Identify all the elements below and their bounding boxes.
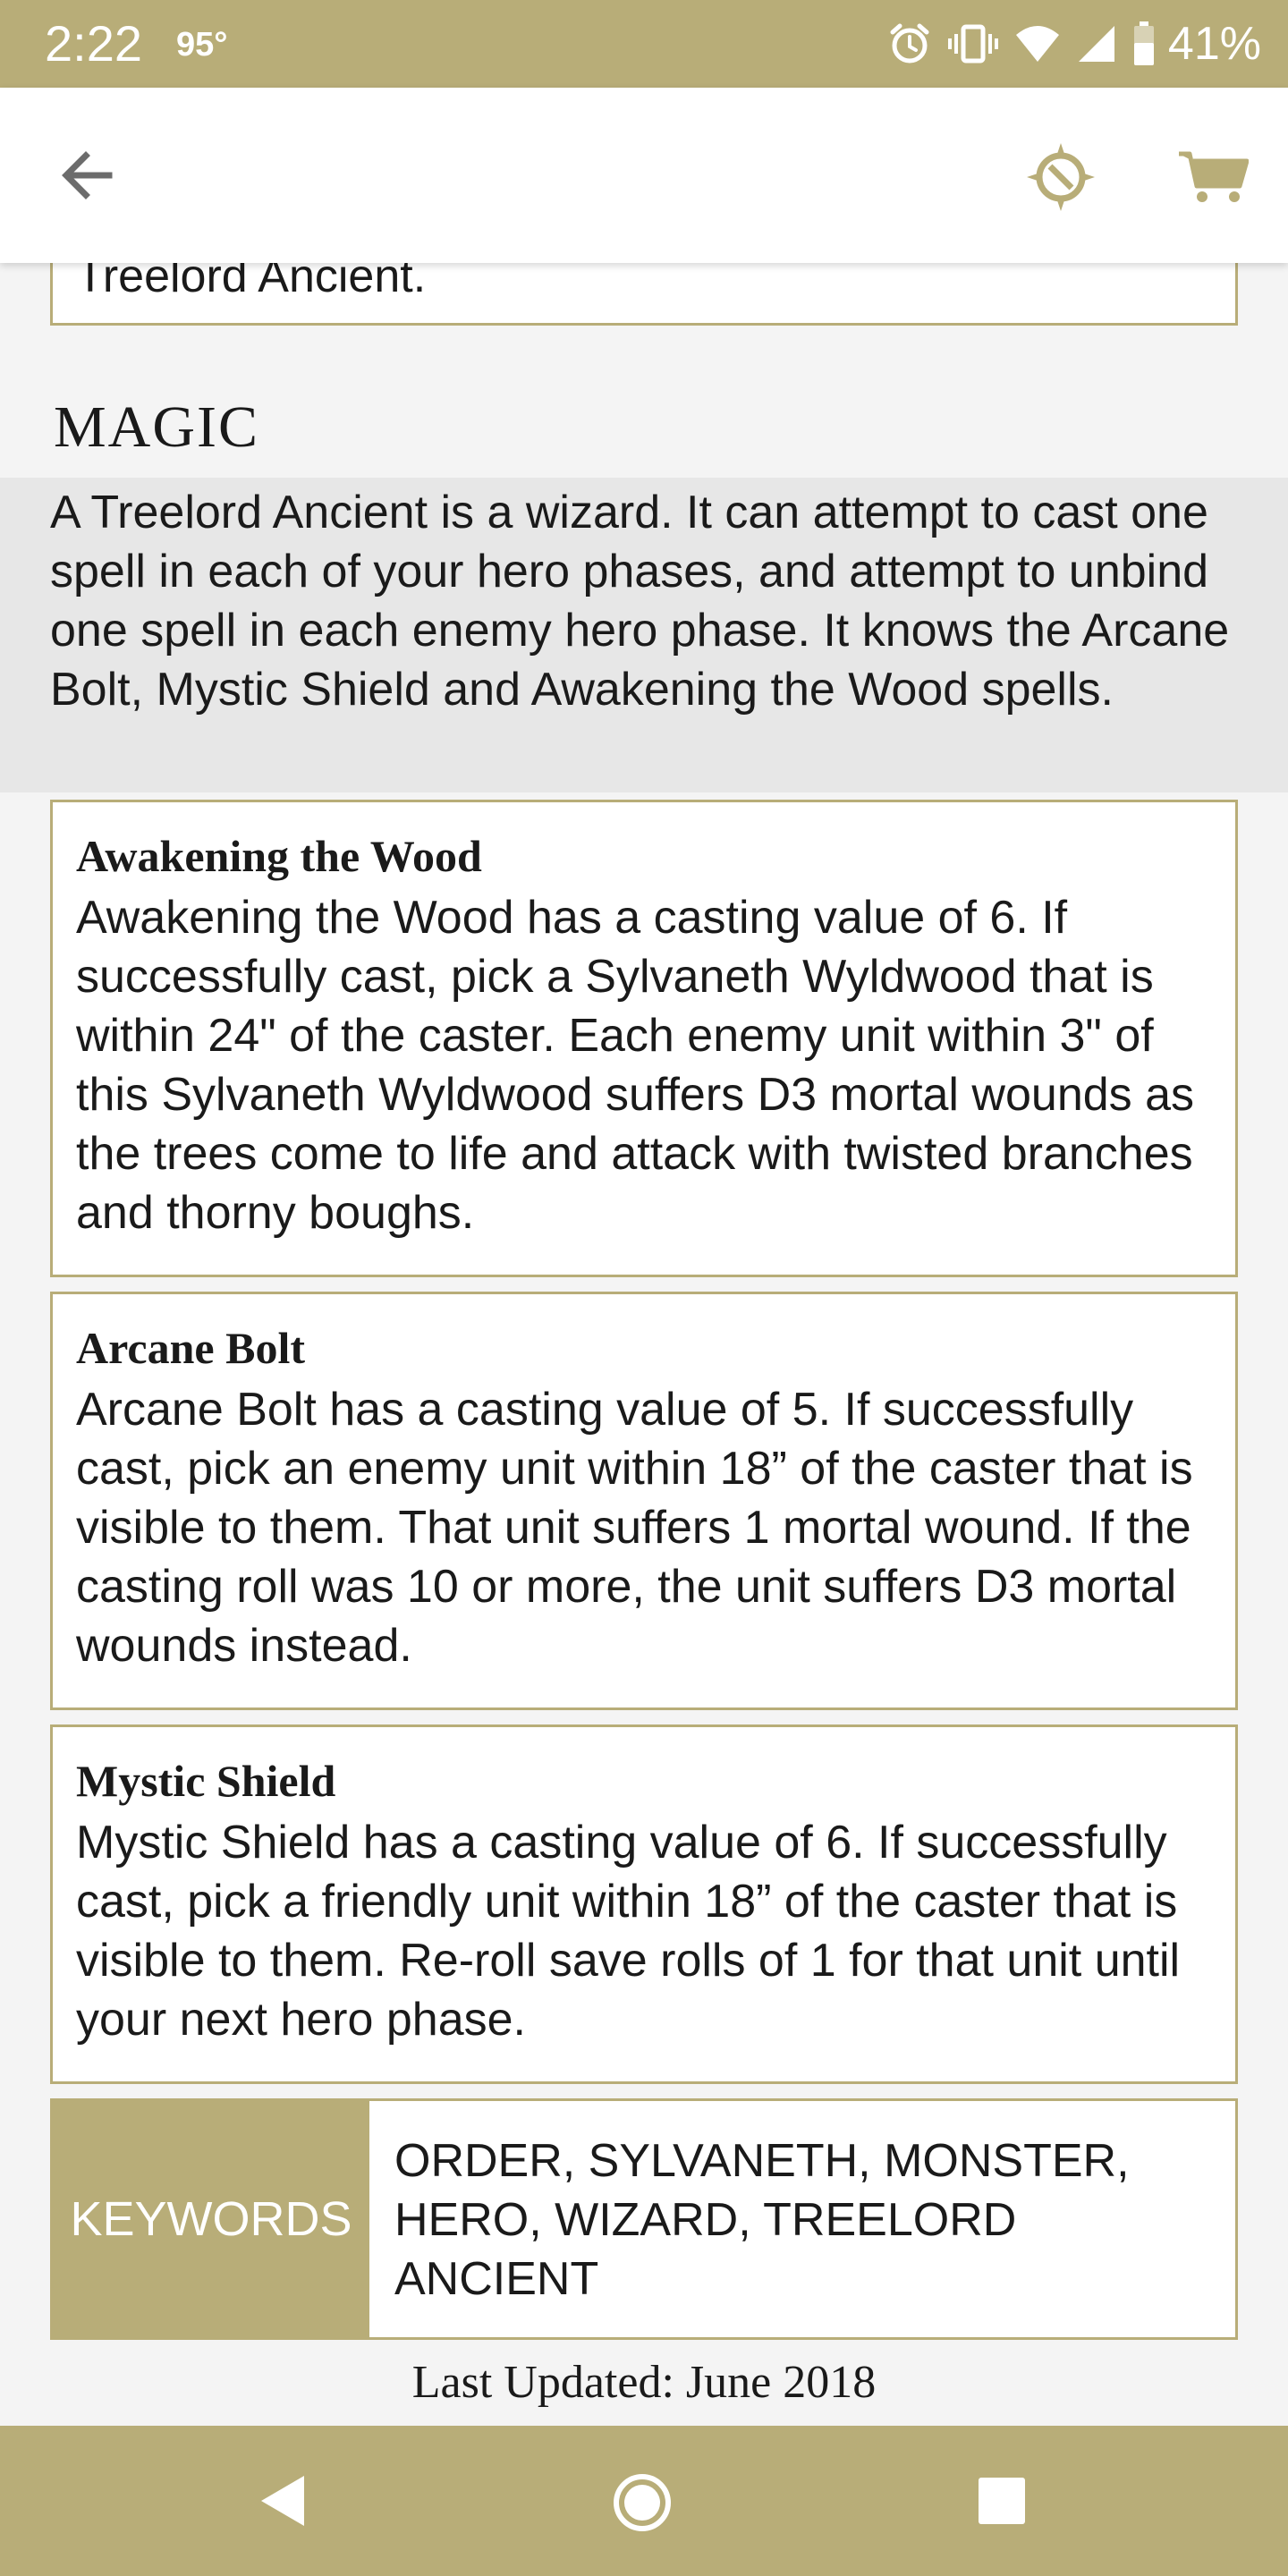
battery-percent: 41% (1167, 18, 1261, 70)
spell-description: Mystic Shield has a casting value of 6. … (76, 1817, 1181, 2046)
spell-title: Mystic Shield (76, 1756, 336, 1806)
previous-ability-card: Treelord Ancient. (50, 263, 1238, 326)
back-triangle-icon[interactable] (258, 2472, 308, 2529)
status-time: 2:22 (45, 15, 142, 72)
spell-description: Awakening the Wood has a casting value o… (76, 892, 1195, 1239)
app-bar (0, 88, 1288, 263)
status-bar: 2:22 95° 41% (0, 0, 1288, 88)
spell-card-awakening-the-wood: Awakening the Wood Awakening the Wood ha… (50, 800, 1238, 1277)
cart-icon[interactable] (1177, 148, 1249, 206)
alarm-icon (890, 23, 929, 64)
keywords-label: KEYWORDS (53, 2101, 369, 2337)
spell-card-mystic-shield: Mystic Shield Mystic Shield has a castin… (50, 1724, 1238, 2084)
compass-icon[interactable] (1023, 140, 1098, 215)
signal-icon (1078, 26, 1114, 62)
spell-title: Arcane Bolt (76, 1323, 305, 1373)
battery-icon (1133, 21, 1154, 65)
status-icons: 41% (871, 13, 1261, 75)
recents-square-icon[interactable] (977, 2476, 1027, 2526)
wifi-icon (1015, 26, 1059, 62)
system-nav-bar (0, 2426, 1288, 2576)
section-title-magic: MAGIC (54, 394, 260, 460)
vibrate-icon (947, 24, 998, 64)
content-scroll-area[interactable]: Treelord Ancient. MAGIC A Treelord Ancie… (0, 263, 1288, 2426)
spell-card-arcane-bolt: Arcane Bolt Arcane Bolt has a casting va… (50, 1292, 1238, 1710)
spell-description: Arcane Bolt has a casting value of 5. If… (76, 1384, 1193, 1672)
back-arrow-icon[interactable] (59, 148, 114, 202)
magic-intro: A Treelord Ancient is a wizard. It can a… (0, 478, 1288, 792)
last-updated: Last Updated: June 2018 (411, 2357, 877, 2408)
status-temperature: 95° (176, 26, 228, 64)
previous-card-text: Treelord Ancient. (76, 263, 427, 302)
spell-title: Awakening the Wood (76, 831, 482, 881)
keywords-row: KEYWORDS ORDER, SYLVANETH, MONSTER, HERO… (50, 2098, 1238, 2340)
home-circle-icon[interactable] (612, 2472, 673, 2533)
keywords-values: ORDER, SYLVANETH, MONSTER, HERO, WIZARD,… (394, 2135, 1130, 2305)
